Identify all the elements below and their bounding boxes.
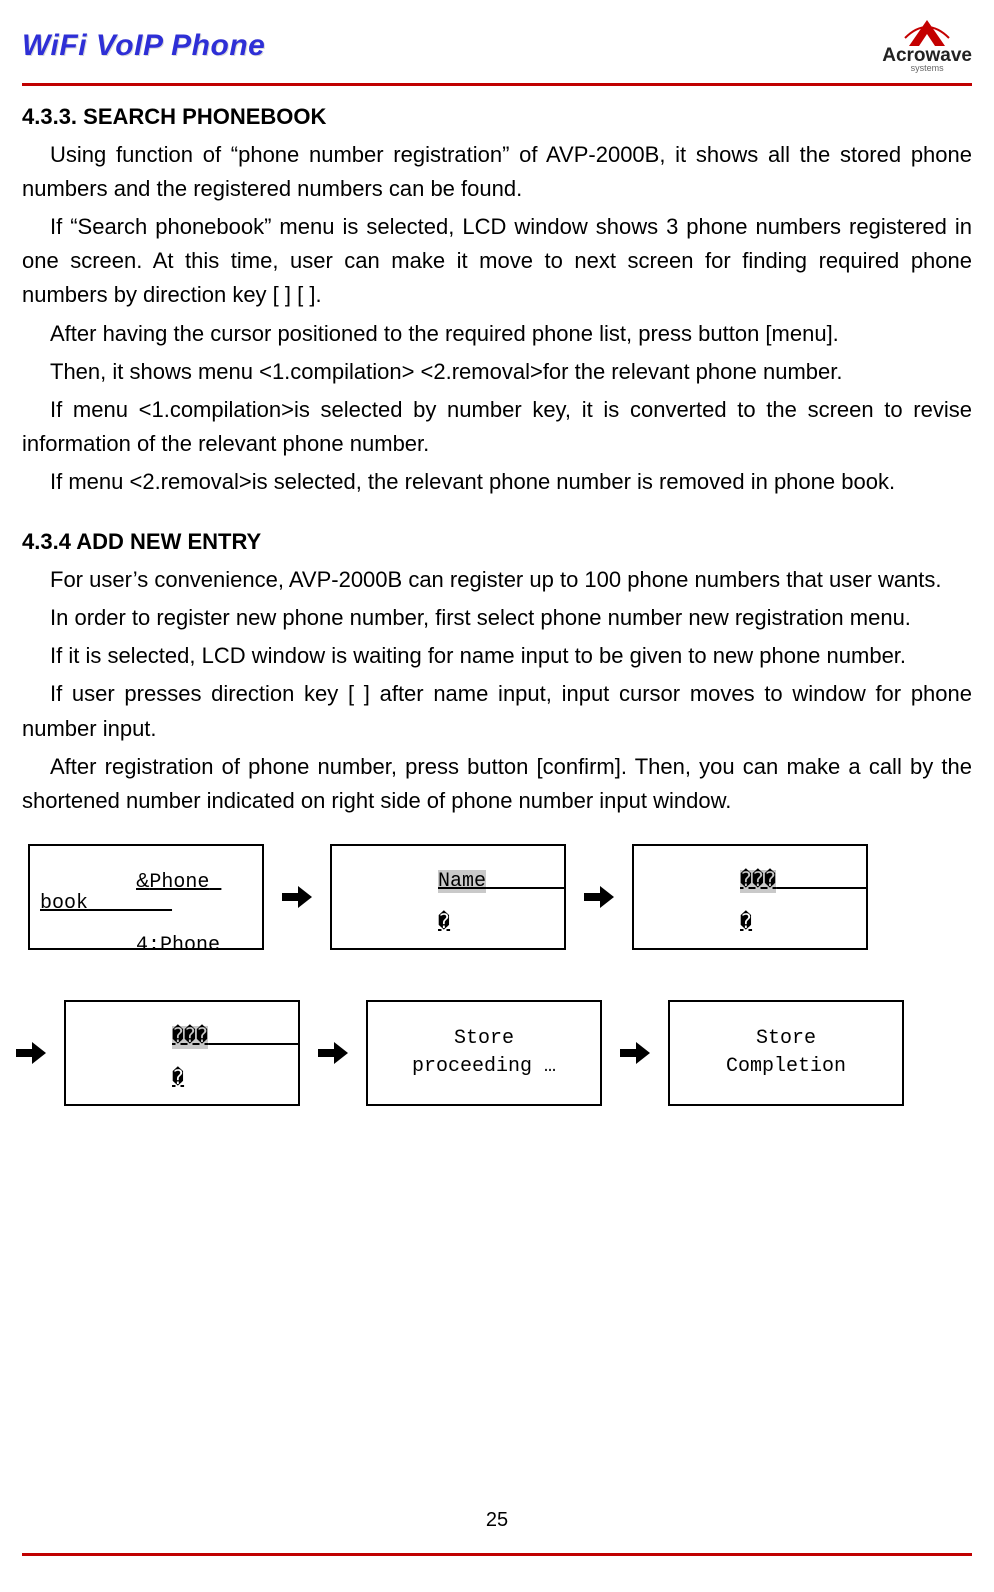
section-heading-search: 4.3.3. SEARCH PHONEBOOK [22, 100, 972, 134]
lcd-screen-name-input: Name � PhoneNumber [01] [330, 844, 566, 950]
body-paragraph: For user’s convenience, AVP-2000B can re… [22, 563, 972, 597]
lcd-screen-phonebook: &Phone book 4:Phone number registration [28, 844, 264, 950]
arrow-right-icon [278, 878, 316, 916]
lcd-line: � [740, 912, 752, 935]
lcd-screen-number-entered: ��� � 1234567 [01] [64, 1000, 300, 1106]
diagram-row-2: ��� � 1234567 [01] Store proceeding … St… [12, 1000, 966, 1106]
lcd-line: Name [438, 870, 486, 893]
body-paragraph: After registration of phone number, pres… [22, 750, 972, 818]
lcd-screen-store-proceeding: Store proceeding … [366, 1000, 602, 1106]
book-icon: & [136, 870, 149, 892]
lcd-line: 4:Phone number [40, 934, 256, 950]
arrow-right-icon [616, 1034, 654, 1072]
arrow-right-icon [314, 1034, 352, 1072]
body-paragraph: Using function of “phone number registra… [22, 138, 972, 206]
lcd-screen-number-focus: ��� � Phone Number [01] [632, 844, 868, 950]
arrow-right-icon [580, 878, 618, 916]
section-heading-add: 4.3.4 ADD NEW ENTRY [22, 525, 972, 559]
page-header: WiFi VoIP Phone Acrowave systems [0, 0, 994, 83]
lcd-line: � [438, 912, 450, 935]
body-paragraph: If “Search phonebook” menu is selected, … [22, 210, 972, 312]
lcd-line: � [172, 1068, 184, 1091]
body-paragraph: In order to register new phone number, f… [22, 601, 972, 635]
lcd-line: ��� [740, 870, 776, 893]
body-content: 4.3.3. SEARCH PHONEBOOK Using function o… [0, 86, 994, 1116]
body-paragraph: If user presses direction key [ ] after … [22, 677, 972, 745]
lcd-line: Phone book [40, 871, 221, 915]
body-paragraph: After having the cursor positioned to th… [22, 317, 972, 351]
body-paragraph: If it is selected, LCD window is waiting… [22, 639, 972, 673]
page-number: 25 [0, 1509, 994, 1532]
diagram-row-1: &Phone book 4:Phone number registration … [28, 844, 966, 950]
acrowave-icon [899, 18, 955, 48]
brand-subtext: systems [911, 64, 944, 73]
brand-logo: Acrowave systems [882, 18, 972, 73]
lcd-screen-store-completion: Store Completion [668, 1000, 904, 1106]
page-title: WiFi VoIP Phone [22, 29, 265, 63]
lcd-line: ��� [172, 1026, 208, 1049]
body-paragraph: If menu <2.removal>is selected, the rele… [22, 465, 972, 499]
footer-rule [22, 1553, 972, 1556]
body-paragraph: Then, it shows menu <1.compilation> <2.r… [22, 355, 972, 389]
arrow-right-icon [12, 1034, 50, 1072]
body-paragraph: If menu <1.compilation>is selected by nu… [22, 393, 972, 461]
